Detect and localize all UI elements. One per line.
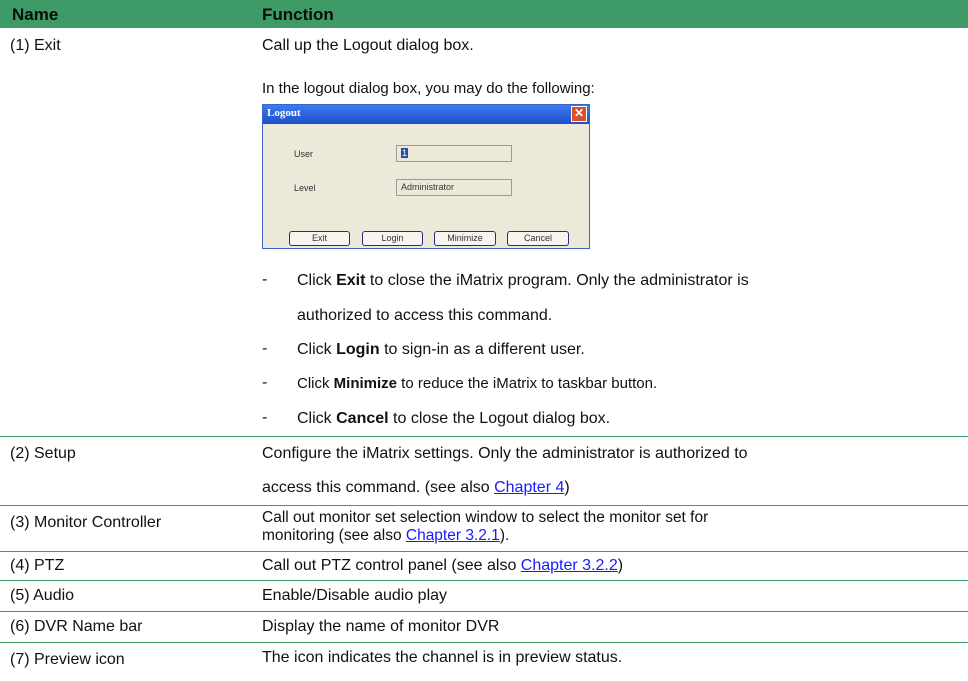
row-setup-line1: Configure the iMatrix settings. Only the… [262,445,748,462]
bullet-text: to close the Logout dialog box. [388,410,611,427]
dialog-titlebar: Logout ✕ [263,105,589,124]
row-preview-name: (7) Preview icon [10,651,125,668]
header-name: Name [12,5,59,24]
bullet-dash: - [262,340,268,357]
bullet-keyword: Exit [336,272,366,289]
bullet-dash: - [262,409,268,426]
row-ptz-name: (4) PTZ [10,557,65,574]
row-preview-text: The icon indicates the channel is in pre… [262,649,623,666]
row-ptz-text: Call out PTZ control panel (see also Cha… [262,556,623,576]
bullet-text: Click [297,272,337,289]
row-separator [0,436,968,437]
row-setup-text: access this command. (see also [262,479,495,496]
row-monitor-name: (3) Monitor Controller [10,514,162,531]
row-setup-line2: access this command. (see also Chapter 4… [262,478,570,498]
bullet-dash: - [262,271,268,288]
row-monitor-line2: monitoring (see also Chapter 3.2.1). [262,527,509,545]
header-function: Function [262,5,334,24]
row-setup-close: ) [564,479,570,496]
row-separator [0,580,968,581]
row-monitor-line1: Call out monitor set selection window to… [262,509,709,526]
row-exit-name: (1) Exit [10,37,61,54]
level-field: Administrator [396,179,512,196]
row-exit-line2: In the logout dialog box, you may do the… [262,80,595,97]
table-header: Name Function [0,0,968,28]
row-separator [0,611,968,612]
user-field[interactable]: 1 [396,145,512,162]
user-label: User [294,149,314,159]
login-button[interactable]: Login [362,231,423,246]
bullet-text: to reduce the iMatrix to taskbar button. [397,375,658,392]
bullet-dash: - [262,374,268,391]
row-monitor-close: ). [499,527,510,544]
row-ptz-pre: Call out PTZ control panel (see also [262,557,521,574]
exit-button[interactable]: Exit [289,231,350,246]
bullet-text: Click [297,375,334,392]
bullet-keyword: Cancel [336,410,389,427]
row-audio-name: (5) Audio [10,587,75,604]
cancel-button[interactable]: Cancel [507,231,569,246]
bullet-cancel: Click Cancel to close the Logout dialog … [297,409,610,429]
dialog-title: Logout [267,107,301,119]
level-label: Level [294,183,316,193]
row-monitor-text: monitoring (see also [262,527,406,544]
row-audio-text: Enable/Disable audio play [262,587,448,604]
bullet-keyword: Login [336,341,380,358]
chapter-3-2-2-link[interactable]: Chapter 3.2.2 [521,557,618,574]
logout-dialog: Logout ✕ User 1 Level Administrator Exit… [262,104,590,249]
bullet-text: to sign-in as a different user. [379,341,585,358]
row-exit-line1: Call up the Logout dialog box. [262,37,474,54]
row-dvr-name: (6) DVR Name bar [10,618,143,635]
bullet-keyword: Minimize [333,375,398,392]
close-icon[interactable]: ✕ [571,106,587,122]
chapter-4-link[interactable]: Chapter 4 [494,479,564,496]
bullet-exit: Click Exit to close the iMatrix program.… [297,271,749,291]
bullet-text: Click [297,410,337,427]
user-value: 1 [401,148,409,158]
chapter-3-2-1-link[interactable]: Chapter 3.2.1 [406,527,500,544]
row-dvr-text: Display the name of monitor DVR [262,618,500,635]
minimize-button[interactable]: Minimize [434,231,496,246]
row-separator [0,505,968,506]
row-ptz-close: ) [617,557,624,574]
bullet-text: to close the iMatrix program. Only the a… [365,272,749,289]
bullet-minimize: Click Minimize to reduce the iMatrix to … [297,374,657,394]
row-setup-name: (2) Setup [10,445,76,462]
row-separator [0,642,968,643]
bullet-login: Click Login to sign-in as a different us… [297,340,585,360]
level-value: Administrator [401,182,455,192]
bullet-text: Click [297,341,337,358]
row-separator [0,551,968,552]
bullet-exit-cont: authorized to access this command. [297,307,553,324]
